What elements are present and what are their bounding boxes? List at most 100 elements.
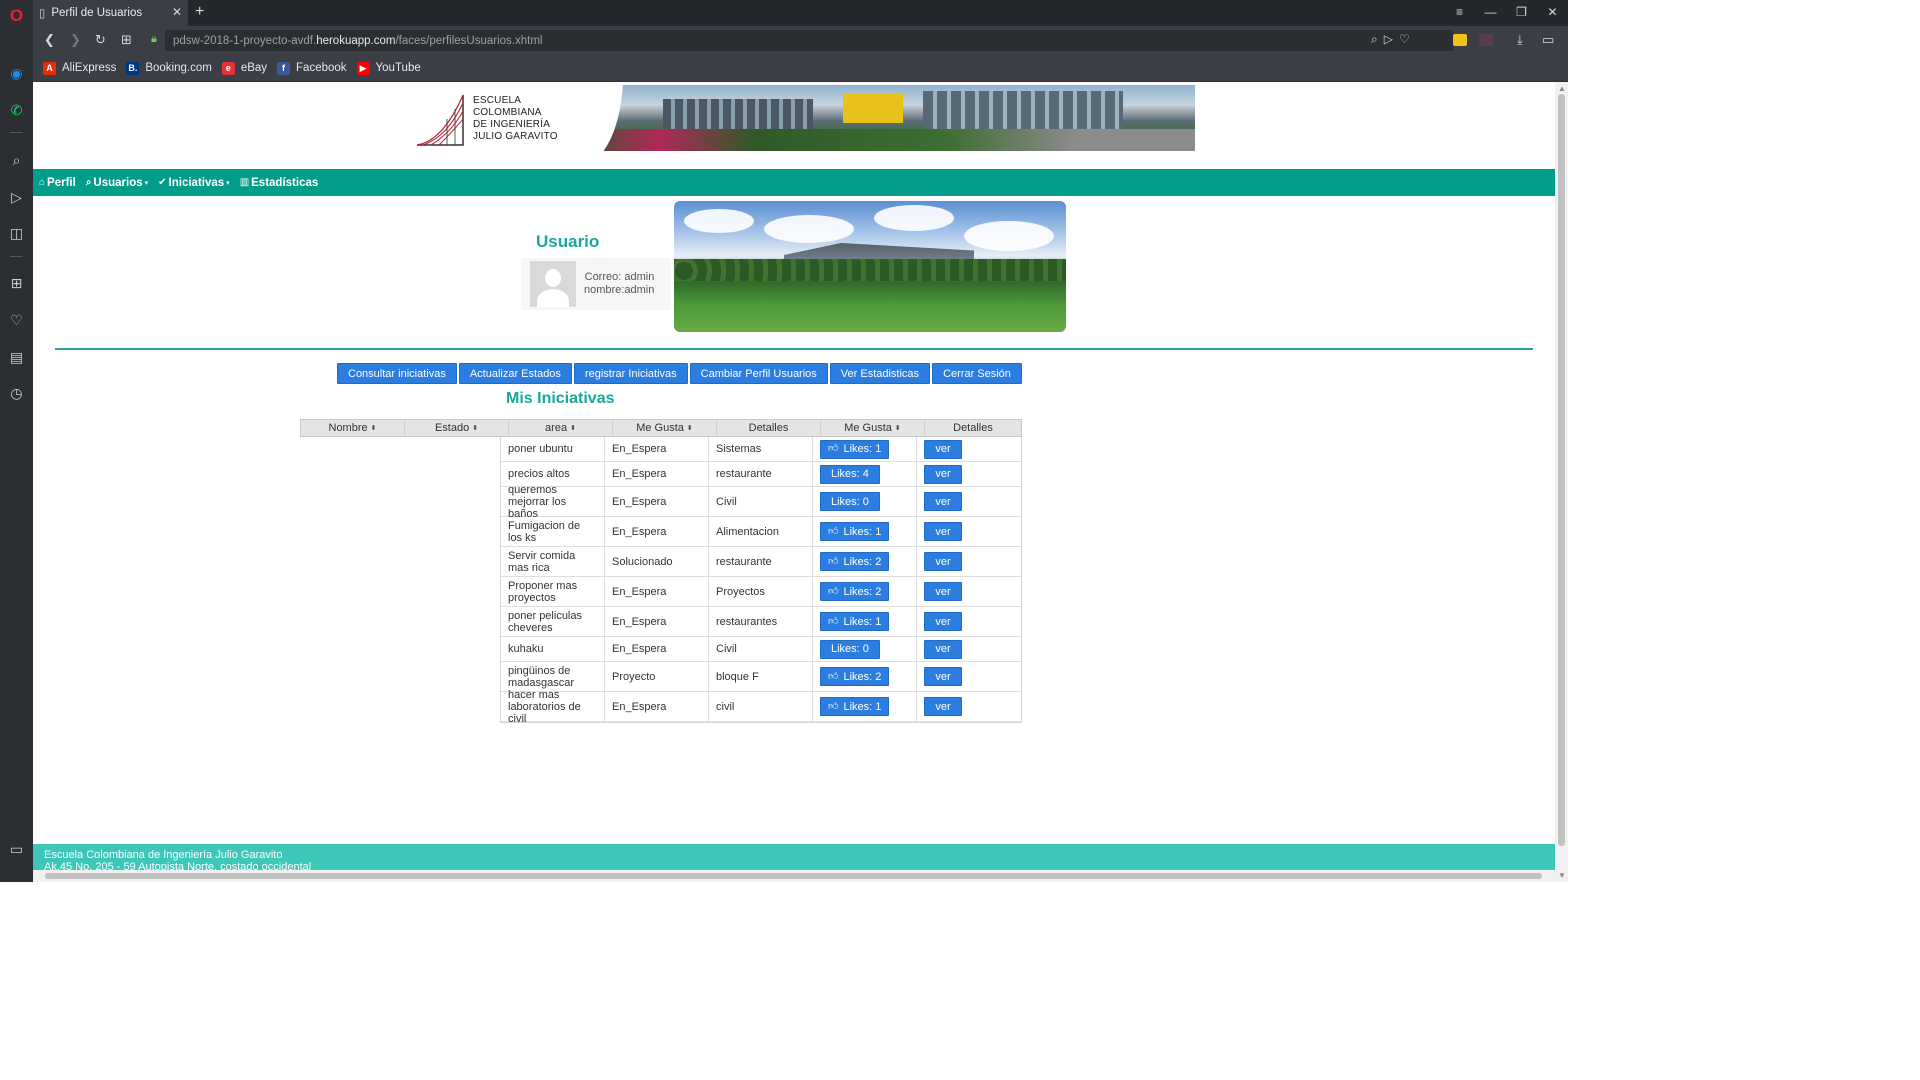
sidebar-toggle-icon[interactable]: ▭: [0, 837, 33, 861]
nav-estadisticas[interactable]: ▥ Estadísticas: [240, 177, 319, 189]
action-button-cerrar-sesi-n[interactable]: Cerrar Sesión: [932, 363, 1022, 384]
speed-dial-icon[interactable]: ⊞: [0, 271, 33, 295]
column-header[interactable]: area ⬍: [509, 420, 613, 436]
extension-icon[interactable]: [1453, 34, 1467, 46]
downloads-icon[interactable]: ⤓: [1517, 32, 1523, 48]
extension-icon[interactable]: [1479, 34, 1493, 46]
school-logo[interactable]: ESCUELA COLOMBIANA DE INGENIERÍA JULIO G…: [413, 85, 563, 151]
cell-nombre: kuhaku: [501, 637, 605, 661]
scroll-up-icon[interactable]: ▲: [1558, 84, 1566, 93]
ver-button[interactable]: ver: [924, 582, 962, 601]
action-button-cambiar-perfil-usuarios[interactable]: Cambiar Perfil Usuarios: [689, 363, 828, 384]
column-header[interactable]: Me Gusta ⬍: [821, 420, 925, 436]
like-button[interactable]: 👍︎ Likes: 1: [820, 612, 890, 631]
like-button[interactable]: 👍︎ Likes: 1: [820, 439, 890, 459]
scrollbar-thumb[interactable]: [45, 873, 1542, 879]
bookmark-ebay[interactable]: e eBay: [221, 61, 267, 75]
snap-icon[interactable]: ▷: [1384, 32, 1399, 46]
bookmark-facebook[interactable]: f Facebook: [277, 61, 347, 75]
camera-icon[interactable]: ◫: [0, 221, 33, 245]
thumbs-up-icon: 👍︎: [828, 585, 839, 597]
cell-nombre: hacer mas laboratorios de civil: [501, 689, 605, 725]
ver-button[interactable]: ver: [924, 439, 962, 459]
like-button[interactable]: Likes: 4: [820, 464, 880, 484]
bookmark-aliexpress[interactable]: A AliExpress: [43, 61, 116, 75]
ver-button[interactable]: ver: [924, 464, 962, 484]
like-button[interactable]: 👍︎ Likes: 2: [820, 582, 890, 601]
column-header[interactable]: Me Gusta ⬍: [613, 420, 717, 436]
tab-menu-icon[interactable]: ≡: [1444, 0, 1475, 26]
table-header: Nombre ⬍ Estado ⬍ area ⬍ Me Gusta ⬍ Detalles Me G…: [300, 419, 1022, 437]
ver-button[interactable]: ver: [924, 522, 962, 541]
scrollbar-thumb[interactable]: [1558, 94, 1565, 846]
action-button-registrar-iniciativas[interactable]: registrar Iniciativas: [573, 363, 688, 384]
bookmark-heart-icon[interactable]: ♡: [1399, 32, 1416, 46]
easy-setup-icon[interactable]: ⊞: [121, 32, 132, 48]
ver-button[interactable]: ver: [924, 552, 962, 571]
vertical-scrollbar[interactable]: ▲ ▼: [1555, 82, 1568, 882]
sort-icon: ⬍: [370, 425, 377, 432]
like-button[interactable]: 👍︎ Likes: 1: [820, 697, 890, 716]
like-button[interactable]: Likes: 0: [820, 492, 880, 511]
nav-perfil[interactable]: ⌂ Perfil: [39, 177, 76, 189]
minimize-icon[interactable]: —: [1475, 0, 1506, 26]
action-button-actualizar-estados[interactable]: Actualizar Estados: [458, 363, 572, 384]
ver-button[interactable]: ver: [924, 639, 962, 659]
bookmarks-heart-icon[interactable]: ♡: [0, 308, 33, 332]
action-button-ver-estadisticas[interactable]: Ver Estadisticas: [829, 363, 931, 384]
ver-button[interactable]: ver: [924, 492, 962, 511]
url-prefix: pdsw-2018-1-proyecto-avdf.: [173, 34, 317, 47]
sort-icon: ⬍: [570, 425, 576, 432]
forward-icon[interactable]: ❯: [70, 32, 81, 48]
search-icon[interactable]: ⌕: [0, 148, 33, 172]
history-clock-icon[interactable]: ◷: [0, 381, 33, 405]
like-button[interactable]: 👍︎ Likes: 2: [820, 667, 890, 686]
horizontal-scrollbar[interactable]: [33, 870, 1555, 882]
like-button[interactable]: 👍︎ Likes: 2: [820, 552, 890, 571]
cell-details: ver: [917, 577, 1021, 606]
bookmark-booking[interactable]: B. Booking.com: [126, 61, 212, 75]
messenger-icon[interactable]: ◉: [0, 61, 33, 85]
battery-icon[interactable]: ▭: [1542, 32, 1554, 48]
sort-icon: ⬍: [686, 425, 693, 432]
action-button-consultar-iniciativas[interactable]: Consultar iniciativas: [337, 363, 457, 384]
section-title: Mis Iniciativas: [506, 390, 615, 407]
news-icon[interactable]: ▤: [0, 345, 33, 369]
url-input[interactable]: pdsw-2018-1-proyecto-avdf. herokuapp.com /…: [165, 30, 1453, 51]
nav-usuarios[interactable]: ⌕ Usuarios ▾: [86, 177, 148, 189]
opera-logo-icon[interactable]: O: [0, 4, 33, 28]
lock-icon[interactable]: 🔒︎: [151, 33, 157, 46]
nav-iniciativas[interactable]: ✔ Iniciativas ▾: [158, 177, 230, 189]
cell-details: ver: [917, 662, 1021, 691]
back-icon[interactable]: ❮: [44, 32, 55, 48]
close-window-icon[interactable]: ✕: [1537, 0, 1568, 26]
cell-area: restaurante: [709, 547, 813, 576]
tab-active[interactable]: ▯ Perfil de Usuarios ✕: [33, 0, 188, 26]
ver-button[interactable]: ver: [924, 697, 962, 716]
column-header[interactable]: Estado ⬍: [405, 420, 509, 436]
reload-icon[interactable]: ↻: [95, 32, 106, 48]
whatsapp-icon[interactable]: ✆: [0, 98, 33, 122]
scroll-down-icon[interactable]: ▼: [1558, 871, 1566, 880]
cell-estado: En_Espera: [605, 437, 709, 461]
tab-close-icon[interactable]: ✕: [172, 5, 182, 19]
new-tab-button[interactable]: +: [195, 3, 204, 21]
cell-estado: Proyecto: [605, 662, 709, 691]
column-header[interactable]: Nombre ⬍: [301, 420, 405, 436]
flow-send-icon[interactable]: ▷: [0, 185, 33, 209]
profile-title: Usuario: [536, 232, 600, 251]
ver-button[interactable]: ver: [924, 667, 962, 686]
cell-likes: 👍︎ Likes: 1: [813, 607, 917, 636]
facebook-icon: f: [277, 61, 291, 75]
column-header: Detalles: [717, 420, 821, 436]
cell-area: Alimentacion: [709, 517, 813, 546]
like-button[interactable]: Likes: 0: [820, 639, 880, 659]
cell-nombre: pingüinos de madasgascar: [501, 662, 605, 691]
like-button[interactable]: 👍︎ Likes: 1: [820, 522, 890, 541]
cell-likes: Likes: 0: [813, 637, 917, 661]
restore-icon[interactable]: ❐: [1506, 0, 1537, 26]
cell-nombre: precios altos: [501, 462, 605, 486]
ver-button[interactable]: ver: [924, 612, 962, 631]
vpn-icon[interactable]: ⌕: [1371, 32, 1384, 46]
bookmark-youtube[interactable]: ▶ YouTube: [356, 61, 421, 75]
